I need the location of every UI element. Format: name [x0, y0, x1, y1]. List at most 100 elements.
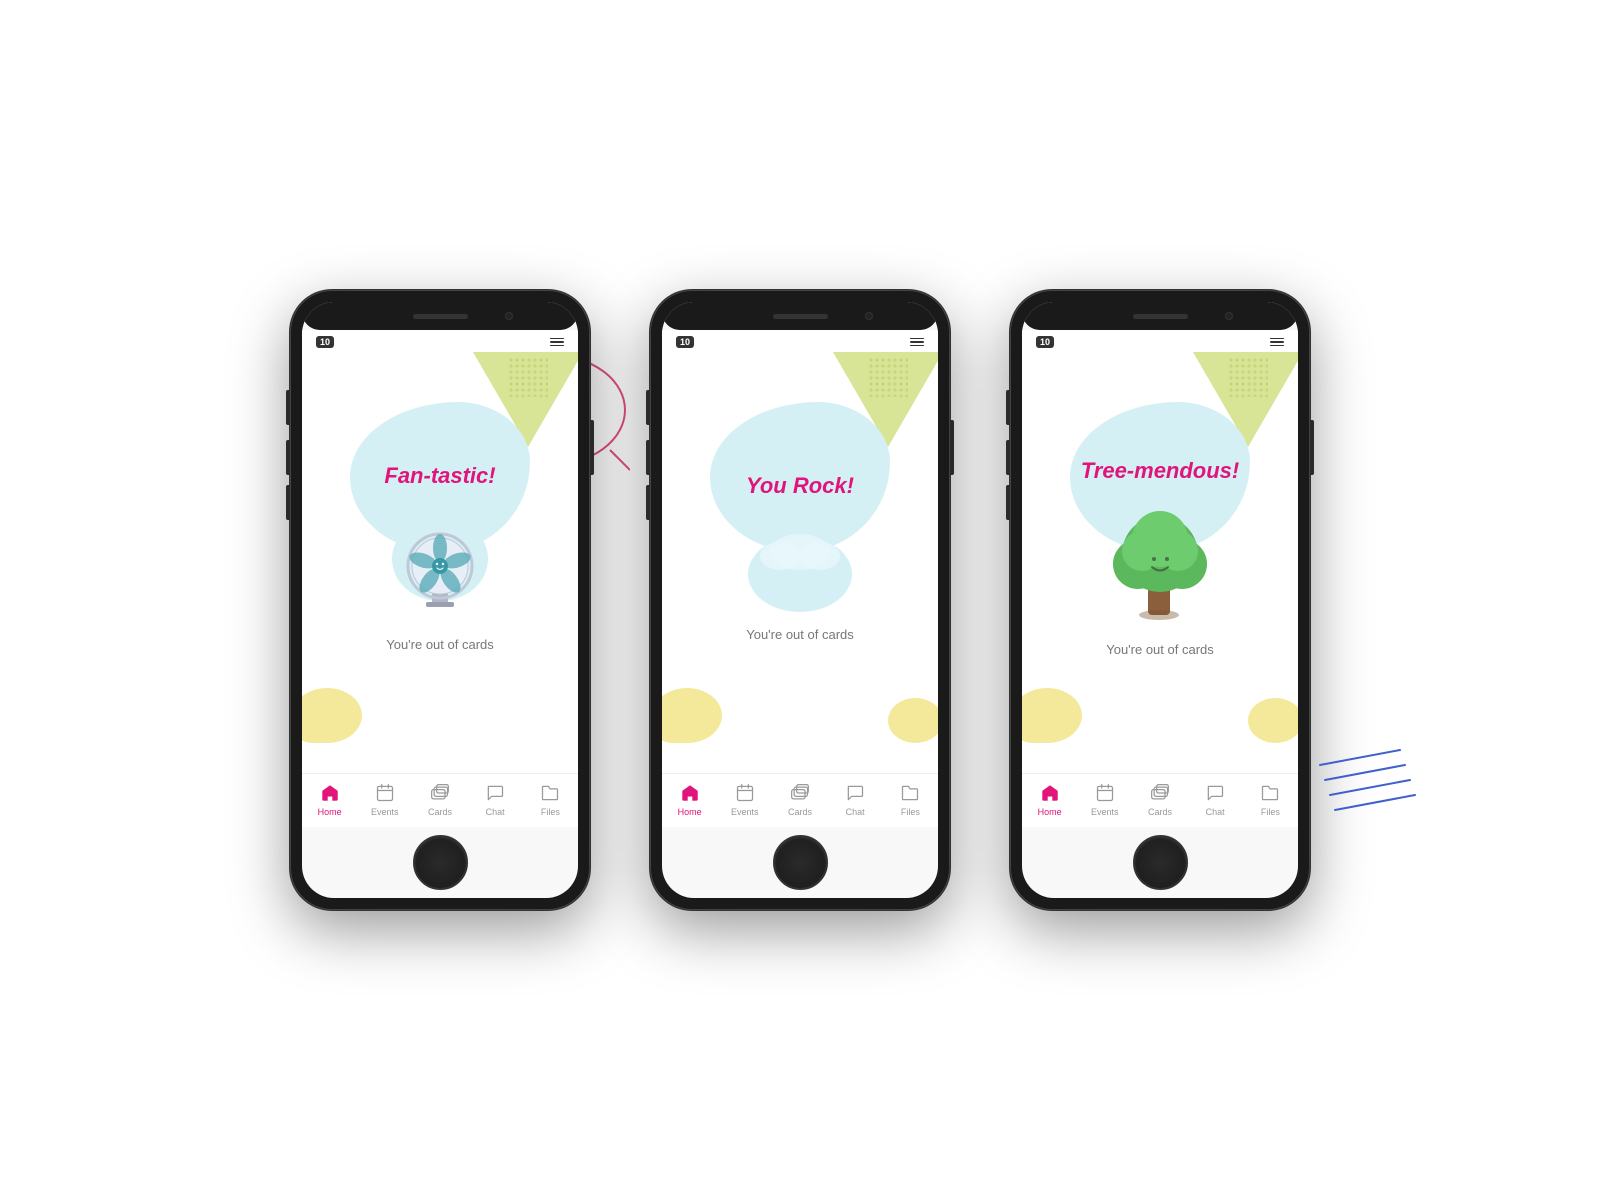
bottom-nav-3: Home Events — [1022, 773, 1298, 827]
bottom-nav-2: Home Events — [662, 773, 938, 827]
speaker-2 — [773, 314, 828, 319]
notch-3 — [1022, 302, 1298, 330]
app-content-2: You Rock! You're out of cards — [662, 352, 938, 773]
cards-icon — [429, 782, 451, 804]
home-icon — [319, 782, 341, 804]
home-button-2[interactable] — [773, 835, 828, 890]
events-icon — [374, 782, 396, 804]
scene: 10 Fan-tastic! — [290, 290, 1310, 910]
phone-1-body: 10 Fan-tastic! — [290, 290, 590, 910]
chat-icon-3 — [1204, 782, 1226, 804]
nav-events-label-3: Events — [1091, 807, 1119, 817]
illustration-rock — [735, 514, 865, 614]
nav-cards-2[interactable]: Cards — [777, 782, 822, 817]
out-of-cards-2: You're out of cards — [746, 627, 854, 642]
nav-events-2[interactable]: Events — [722, 782, 767, 817]
deco-blob-yellow-right-3 — [1248, 698, 1298, 743]
deco-blob-yellow-3 — [1022, 688, 1082, 743]
nav-home-1[interactable]: Home — [307, 782, 352, 817]
nav-home-2[interactable]: Home — [667, 782, 712, 817]
speaker-3 — [1133, 314, 1188, 319]
hamburger-icon-2 — [910, 338, 924, 347]
deco-dots — [508, 357, 548, 397]
home-button-1[interactable] — [413, 835, 468, 890]
events-icon-3 — [1094, 782, 1116, 804]
nav-home-label-2: Home — [678, 807, 702, 817]
deco-dots-2 — [868, 357, 908, 397]
status-bar: 10 — [302, 330, 578, 352]
card-title-2: You Rock! — [746, 473, 854, 499]
nav-cards-label-1: Cards — [428, 807, 452, 817]
speaker — [413, 314, 468, 319]
cards-icon-3 — [1149, 782, 1171, 804]
hamburger-menu-2[interactable] — [910, 338, 924, 347]
status-left-3: 10 — [1036, 336, 1054, 348]
card-title-1: Fan-tastic! — [384, 463, 495, 489]
illustration-tree — [1100, 499, 1220, 629]
nav-events-3[interactable]: Events — [1082, 782, 1127, 817]
nav-chat-label-1: Chat — [486, 807, 505, 817]
nav-files-3[interactable]: Files — [1248, 782, 1293, 817]
nav-files-label-3: Files — [1261, 807, 1280, 817]
status-left: 10 — [316, 336, 334, 348]
hamburger-menu-3[interactable] — [1270, 338, 1284, 347]
nav-files-label-1: Files — [541, 807, 560, 817]
camera-2 — [865, 312, 873, 320]
notch — [302, 302, 578, 330]
files-icon-2 — [899, 782, 921, 804]
out-of-cards-3: You're out of cards — [1106, 642, 1214, 657]
nav-cards-1[interactable]: Cards — [417, 782, 462, 817]
phone-1-screen: 10 Fan-tastic! — [302, 302, 578, 898]
illustration-fan — [380, 504, 500, 624]
events-icon-2 — [734, 782, 756, 804]
hamburger-menu[interactable] — [550, 338, 564, 347]
chat-icon-2 — [844, 782, 866, 804]
files-icon-3 — [1259, 782, 1281, 804]
deco-blob-yellow-2 — [662, 688, 722, 743]
nav-home-3[interactable]: Home — [1027, 782, 1072, 817]
nav-chat-3[interactable]: Chat — [1193, 782, 1238, 817]
deco-blob-yellow-right-2 — [888, 698, 938, 743]
status-left-2: 10 — [676, 336, 694, 348]
phone-2-body: 10 You Rock! — [650, 290, 950, 910]
nav-cards-label-2: Cards — [788, 807, 812, 817]
camera — [505, 312, 513, 320]
app-content-1: Fan-tastic! — [302, 352, 578, 773]
status-bar-2: 10 — [662, 330, 938, 352]
notification-badge-2: 10 — [676, 336, 694, 348]
status-bar-3: 10 — [1022, 330, 1298, 352]
nav-cards-label-3: Cards — [1148, 807, 1172, 817]
nav-cards-3[interactable]: Cards — [1137, 782, 1182, 817]
home-button-3[interactable] — [1133, 835, 1188, 890]
nav-chat-1[interactable]: Chat — [473, 782, 518, 817]
nav-events-label-2: Events — [731, 807, 759, 817]
phone-3: 10 Tree-mendous! — [1010, 290, 1310, 910]
phone-3-screen: 10 Tree-mendous! — [1022, 302, 1298, 898]
phone-3-body: 10 Tree-mendous! — [1010, 290, 1310, 910]
hamburger-icon — [550, 338, 564, 347]
nav-files-label-2: Files — [901, 807, 920, 817]
hamburger-icon-3 — [1270, 338, 1284, 347]
notch-2 — [662, 302, 938, 330]
app-content-3: Tree-mendous! — [1022, 352, 1298, 773]
files-icon — [539, 782, 561, 804]
chat-icon — [484, 782, 506, 804]
deco-blob-yellow-left — [302, 688, 362, 743]
nav-files-2[interactable]: Files — [888, 782, 933, 817]
home-icon-2 — [679, 782, 701, 804]
nav-home-label-1: Home — [318, 807, 342, 817]
phone-1: 10 Fan-tastic! — [290, 290, 590, 910]
notification-badge: 10 — [316, 336, 334, 348]
nav-chat-label-2: Chat — [846, 807, 865, 817]
home-icon-3 — [1039, 782, 1061, 804]
bottom-nav-1: Home Events — [302, 773, 578, 827]
phone-2-screen: 10 You Rock! — [662, 302, 938, 898]
nav-events-1[interactable]: Events — [362, 782, 407, 817]
blue-lines-decoration — [1310, 745, 1430, 830]
camera-3 — [1225, 312, 1233, 320]
nav-chat-2[interactable]: Chat — [833, 782, 878, 817]
deco-dots-3 — [1228, 357, 1268, 397]
nav-chat-label-3: Chat — [1206, 807, 1225, 817]
nav-files-1[interactable]: Files — [528, 782, 573, 817]
out-of-cards-1: You're out of cards — [386, 637, 494, 652]
